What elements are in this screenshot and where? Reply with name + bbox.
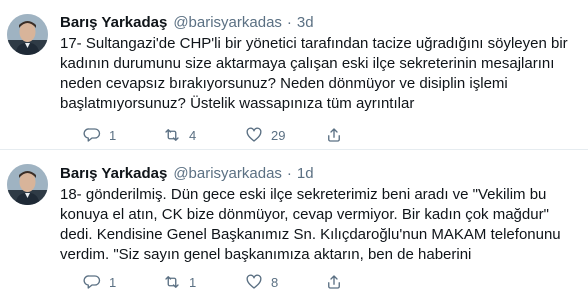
retweet-button[interactable]: 4 [163, 126, 245, 144]
timestamp[interactable]: 3d [297, 14, 314, 31]
author-handle[interactable]: @barisyarkadas [173, 165, 282, 182]
heart-icon [246, 274, 262, 289]
tweet-header: Barış Yarkadaş @barisyarkadas · 3d [60, 12, 578, 32]
avatar-photo [7, 164, 48, 205]
tweet-actions: 1 4 29 [60, 125, 343, 145]
reply-icon [83, 275, 101, 289]
heart-icon [246, 127, 262, 142]
tweet-text: 17- Sultangazi'de CHP'li bir yönetici ta… [60, 34, 578, 114]
reply-count: 1 [109, 274, 117, 290]
tweet-text-line: konuya el atın, CK bize dönmüyor, cevap … [60, 206, 549, 223]
tweet-actions: 1 1 8 [60, 272, 343, 292]
tweet-text-line: 18- gönderilmiş. Dün gece eski ilçe sekr… [60, 186, 547, 203]
avatar[interactable] [7, 164, 48, 205]
reply-icon [83, 128, 101, 142]
like-count: 8 [271, 274, 279, 290]
retweet-button[interactable]: 1 [163, 273, 245, 291]
author-name[interactable]: Barış Yarkadaş [60, 165, 167, 182]
like-count: 29 [271, 127, 286, 143]
tweet-content: Barış Yarkadaş @barisyarkadas · 3d 17- S… [60, 12, 578, 114]
share-button[interactable] [325, 273, 343, 291]
separator-dot: · [286, 13, 292, 31]
share-icon [328, 275, 340, 289]
tweet-text: 18- gönderilmiş. Dün gece eski ilçe sekr… [60, 185, 578, 265]
author-handle[interactable]: @barisyarkadas [173, 14, 282, 31]
avatar-photo [7, 14, 48, 55]
avatar[interactable] [7, 14, 48, 55]
tweet-text-line: kadının durumunu size aktarmaya çalışan … [60, 55, 555, 72]
retweet-count: 1 [189, 274, 197, 290]
tweet-text-line: neden cevapsız bırakıyorsunuz? Neden dön… [60, 75, 508, 92]
tweet[interactable]: Barış Yarkadaş @barisyarkadas · 1d 18- g… [0, 150, 588, 303]
author-name[interactable]: Barış Yarkadaş [60, 14, 167, 31]
like-button[interactable]: 29 [245, 126, 325, 144]
timestamp[interactable]: 1d [297, 165, 314, 182]
share-button[interactable] [325, 126, 343, 144]
tweet-text-line: başlatmıyorsunuz? Üstelik wassapınıza tü… [60, 95, 415, 112]
like-button[interactable]: 8 [245, 273, 325, 291]
retweet-count: 4 [189, 127, 197, 143]
tweet-header: Barış Yarkadaş @barisyarkadas · 1d [60, 163, 578, 183]
separator-dot: · [286, 164, 292, 182]
retweet-icon [165, 276, 179, 288]
tweet[interactable]: Barış Yarkadaş @barisyarkadas · 3d 17- S… [0, 0, 588, 150]
reply-count: 1 [109, 127, 117, 143]
share-icon [328, 128, 340, 142]
tweet-text-line: verdim. "Siz sayın genel başkanımıza akt… [60, 246, 472, 263]
retweet-icon [165, 129, 179, 141]
reply-button[interactable]: 1 [83, 126, 163, 144]
reply-button[interactable]: 1 [83, 273, 163, 291]
tweet-text-line: 17- Sultangazi'de CHP'li bir yönetici ta… [60, 35, 568, 52]
tweet-content: Barış Yarkadaş @barisyarkadas · 1d 18- g… [60, 163, 578, 265]
tweet-text-line: dedi. Kendisine Genel Başkanımız Sn. Kıl… [60, 226, 561, 243]
